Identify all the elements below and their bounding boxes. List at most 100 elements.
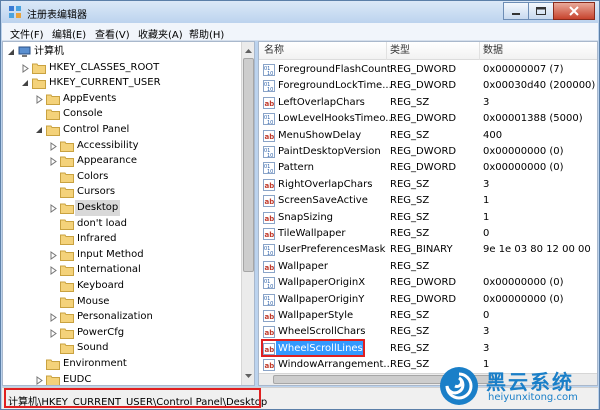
maximize-button[interactable] xyxy=(528,2,554,20)
watermark-title: 黑云系统 xyxy=(486,370,574,394)
string-value-icon: ab xyxy=(263,228,275,240)
value-row[interactable]: ab WheelScrollChars REG_SZ 3 xyxy=(259,324,597,340)
dword-value-icon: 0110 xyxy=(263,277,275,290)
svg-text:ab: ab xyxy=(265,313,275,321)
folder-icon xyxy=(60,156,74,168)
scroll-up-arrow-icon[interactable] xyxy=(242,44,255,58)
folder-icon xyxy=(60,234,74,246)
collapsed-arrow-icon[interactable] xyxy=(49,266,58,276)
column-header-type[interactable]: 类型 xyxy=(390,42,410,60)
value-row[interactable]: 01 10 WallpaperOriginY REG_DWORD 0x00000000 … xyxy=(259,292,597,308)
value-name: WallpaperOriginX xyxy=(278,277,366,289)
value-type: REG_DWORD xyxy=(390,64,457,75)
menu-file[interactable]: 文件(F) xyxy=(10,26,44,41)
value-data: 1 xyxy=(483,195,490,207)
value-type: REG_DWORD xyxy=(390,146,457,157)
minimize-button[interactable] xyxy=(503,2,529,20)
folder-icon xyxy=(46,125,60,136)
value-row[interactable]: ab TileWallpaper REG_SZ 0 xyxy=(259,226,597,242)
folder-icon xyxy=(60,250,74,261)
values-list-pane[interactable]: 名称 类型 数据 01 10 ForegroundFlashCount REG_DWO… xyxy=(258,41,598,386)
value-type: REG_SZ xyxy=(390,211,430,223)
value-type: REG_SZ xyxy=(390,342,430,354)
value-row[interactable]: 01 10 UserPreferencesMask REG_BINARY 9e 1e 0… xyxy=(259,242,597,258)
value-name: MenuShowDelay xyxy=(278,129,362,141)
value-name: ScreenSaveActive xyxy=(278,195,368,207)
collapsed-arrow-icon[interactable] xyxy=(35,375,44,385)
value-row[interactable]: 01 10 ForegroundLockTime... REG_DWORD 0x0003… xyxy=(259,78,597,94)
tree-label: International xyxy=(77,264,141,276)
value-row[interactable]: 01 10 PaintDesktopVersion REG_DWORD 0x000000… xyxy=(259,144,597,160)
registry-editor-window: 注册表编辑器 文件(F) 编辑(E) 查看(V) 收藏夹(A) 帮助(H) 计算… xyxy=(0,0,600,410)
value-name: RightOverlapChars xyxy=(278,178,373,190)
tree-label: EUDC xyxy=(63,373,92,385)
value-row[interactable]: 01 10 ForegroundFlashCount REG_DWORD 0x00000… xyxy=(259,62,597,78)
collapsed-arrow-icon[interactable] xyxy=(49,141,58,151)
value-row[interactable]: ab RightOverlapChars REG_SZ 3 xyxy=(259,177,597,193)
collapsed-arrow-icon[interactable] xyxy=(49,204,58,213)
expanded-arrow-icon[interactable] xyxy=(21,79,30,88)
folder-icon xyxy=(32,63,46,74)
menu-view[interactable]: 查看(V) xyxy=(95,26,130,41)
menu-help[interactable]: 帮助(H) xyxy=(189,26,224,41)
collapsed-arrow-icon[interactable] xyxy=(49,328,58,338)
expanded-arrow-icon[interactable] xyxy=(35,126,44,135)
svg-text:10: 10 xyxy=(267,153,273,158)
value-data: 3 xyxy=(483,178,490,190)
string-value-icon: ab xyxy=(263,178,275,191)
tree-label: don't load xyxy=(77,217,128,229)
value-data: 0x00000000 (0) xyxy=(483,146,564,157)
maximize-icon xyxy=(536,7,546,15)
value-row[interactable]: ab MenuShowDelay REG_SZ 400 xyxy=(259,128,597,144)
tree-scroll-thumb[interactable] xyxy=(243,58,254,272)
string-value-icon: ab xyxy=(263,195,275,208)
key-tree-pane[interactable]: 计算机 HKEY_CLASSES_ROOT HKEY_CURRENT_USER Ap… xyxy=(2,41,255,386)
value-row[interactable]: 01 10 LowLevelHooksTimeo... REG_DWORD 0x0000… xyxy=(259,111,597,127)
column-header-name[interactable]: 名称 xyxy=(264,42,284,60)
collapsed-arrow-icon[interactable] xyxy=(21,63,30,73)
column-header-bar xyxy=(259,42,597,60)
menu-edit[interactable]: 编辑(E) xyxy=(52,26,86,41)
value-type: REG_DWORD xyxy=(390,277,457,289)
tree-label: Appearance xyxy=(77,155,138,167)
collapsed-arrow-icon[interactable] xyxy=(35,94,44,104)
value-row[interactable]: ab Wallpaper REG_SZ xyxy=(259,259,597,275)
tree-label: Keyboard xyxy=(77,280,125,291)
folder-icon xyxy=(46,109,60,121)
value-row[interactable]: ab SnapSizing REG_SZ 1 xyxy=(259,210,597,226)
menu-favorites[interactable]: 收藏夹(A) xyxy=(138,26,183,41)
value-name: LowLevelHooksTimeo... xyxy=(278,113,395,125)
folder-icon xyxy=(60,297,74,308)
value-name: Wallpaper xyxy=(278,260,329,272)
value-name: WallpaperStyle xyxy=(278,310,354,321)
tree-label: PowerCfg xyxy=(77,326,125,338)
value-row[interactable]: 01 10 Pattern REG_DWORD 0x00000000 (0) xyxy=(259,160,597,176)
value-row[interactable]: ab ScreenSaveActive REG_SZ 1 xyxy=(259,193,597,209)
minimize-icon xyxy=(512,13,520,15)
tree-vertical-scrollbar[interactable] xyxy=(241,42,255,385)
column-header-data[interactable]: 数据 xyxy=(483,42,503,60)
collapsed-arrow-icon[interactable] xyxy=(49,313,58,323)
scroll-down-arrow-icon[interactable] xyxy=(242,369,255,383)
value-data: 400 xyxy=(483,129,503,141)
collapsed-arrow-icon[interactable] xyxy=(49,250,58,260)
collapsed-arrow-icon[interactable] xyxy=(49,157,58,167)
tree-label: Colors xyxy=(77,170,109,182)
value-row[interactable]: ab LeftOverlapChars REG_SZ 3 xyxy=(259,95,597,111)
value-row[interactable]: ab WallpaperStyle REG_SZ 0 xyxy=(259,308,597,324)
tree-label: Cursors xyxy=(77,186,116,198)
close-button[interactable] xyxy=(553,2,595,20)
tree-label: 计算机 xyxy=(34,46,64,57)
folder-icon xyxy=(60,172,74,183)
string-value-icon: ab xyxy=(263,310,275,322)
value-row[interactable]: 01 10 WallpaperOriginX REG_DWORD 0x00000000 … xyxy=(259,275,597,291)
value-type: REG_DWORD xyxy=(390,162,457,174)
watermark-url: heiyunxitong.com xyxy=(488,392,578,403)
value-data: 3 xyxy=(483,342,490,354)
tree-label: Desktop xyxy=(75,200,121,216)
title-bar[interactable]: 注册表编辑器 xyxy=(1,1,599,23)
expanded-arrow-icon[interactable] xyxy=(7,48,16,57)
folder-icon xyxy=(60,281,74,292)
tree-label: Infrared xyxy=(77,233,117,245)
value-type: REG_SZ xyxy=(390,195,430,207)
